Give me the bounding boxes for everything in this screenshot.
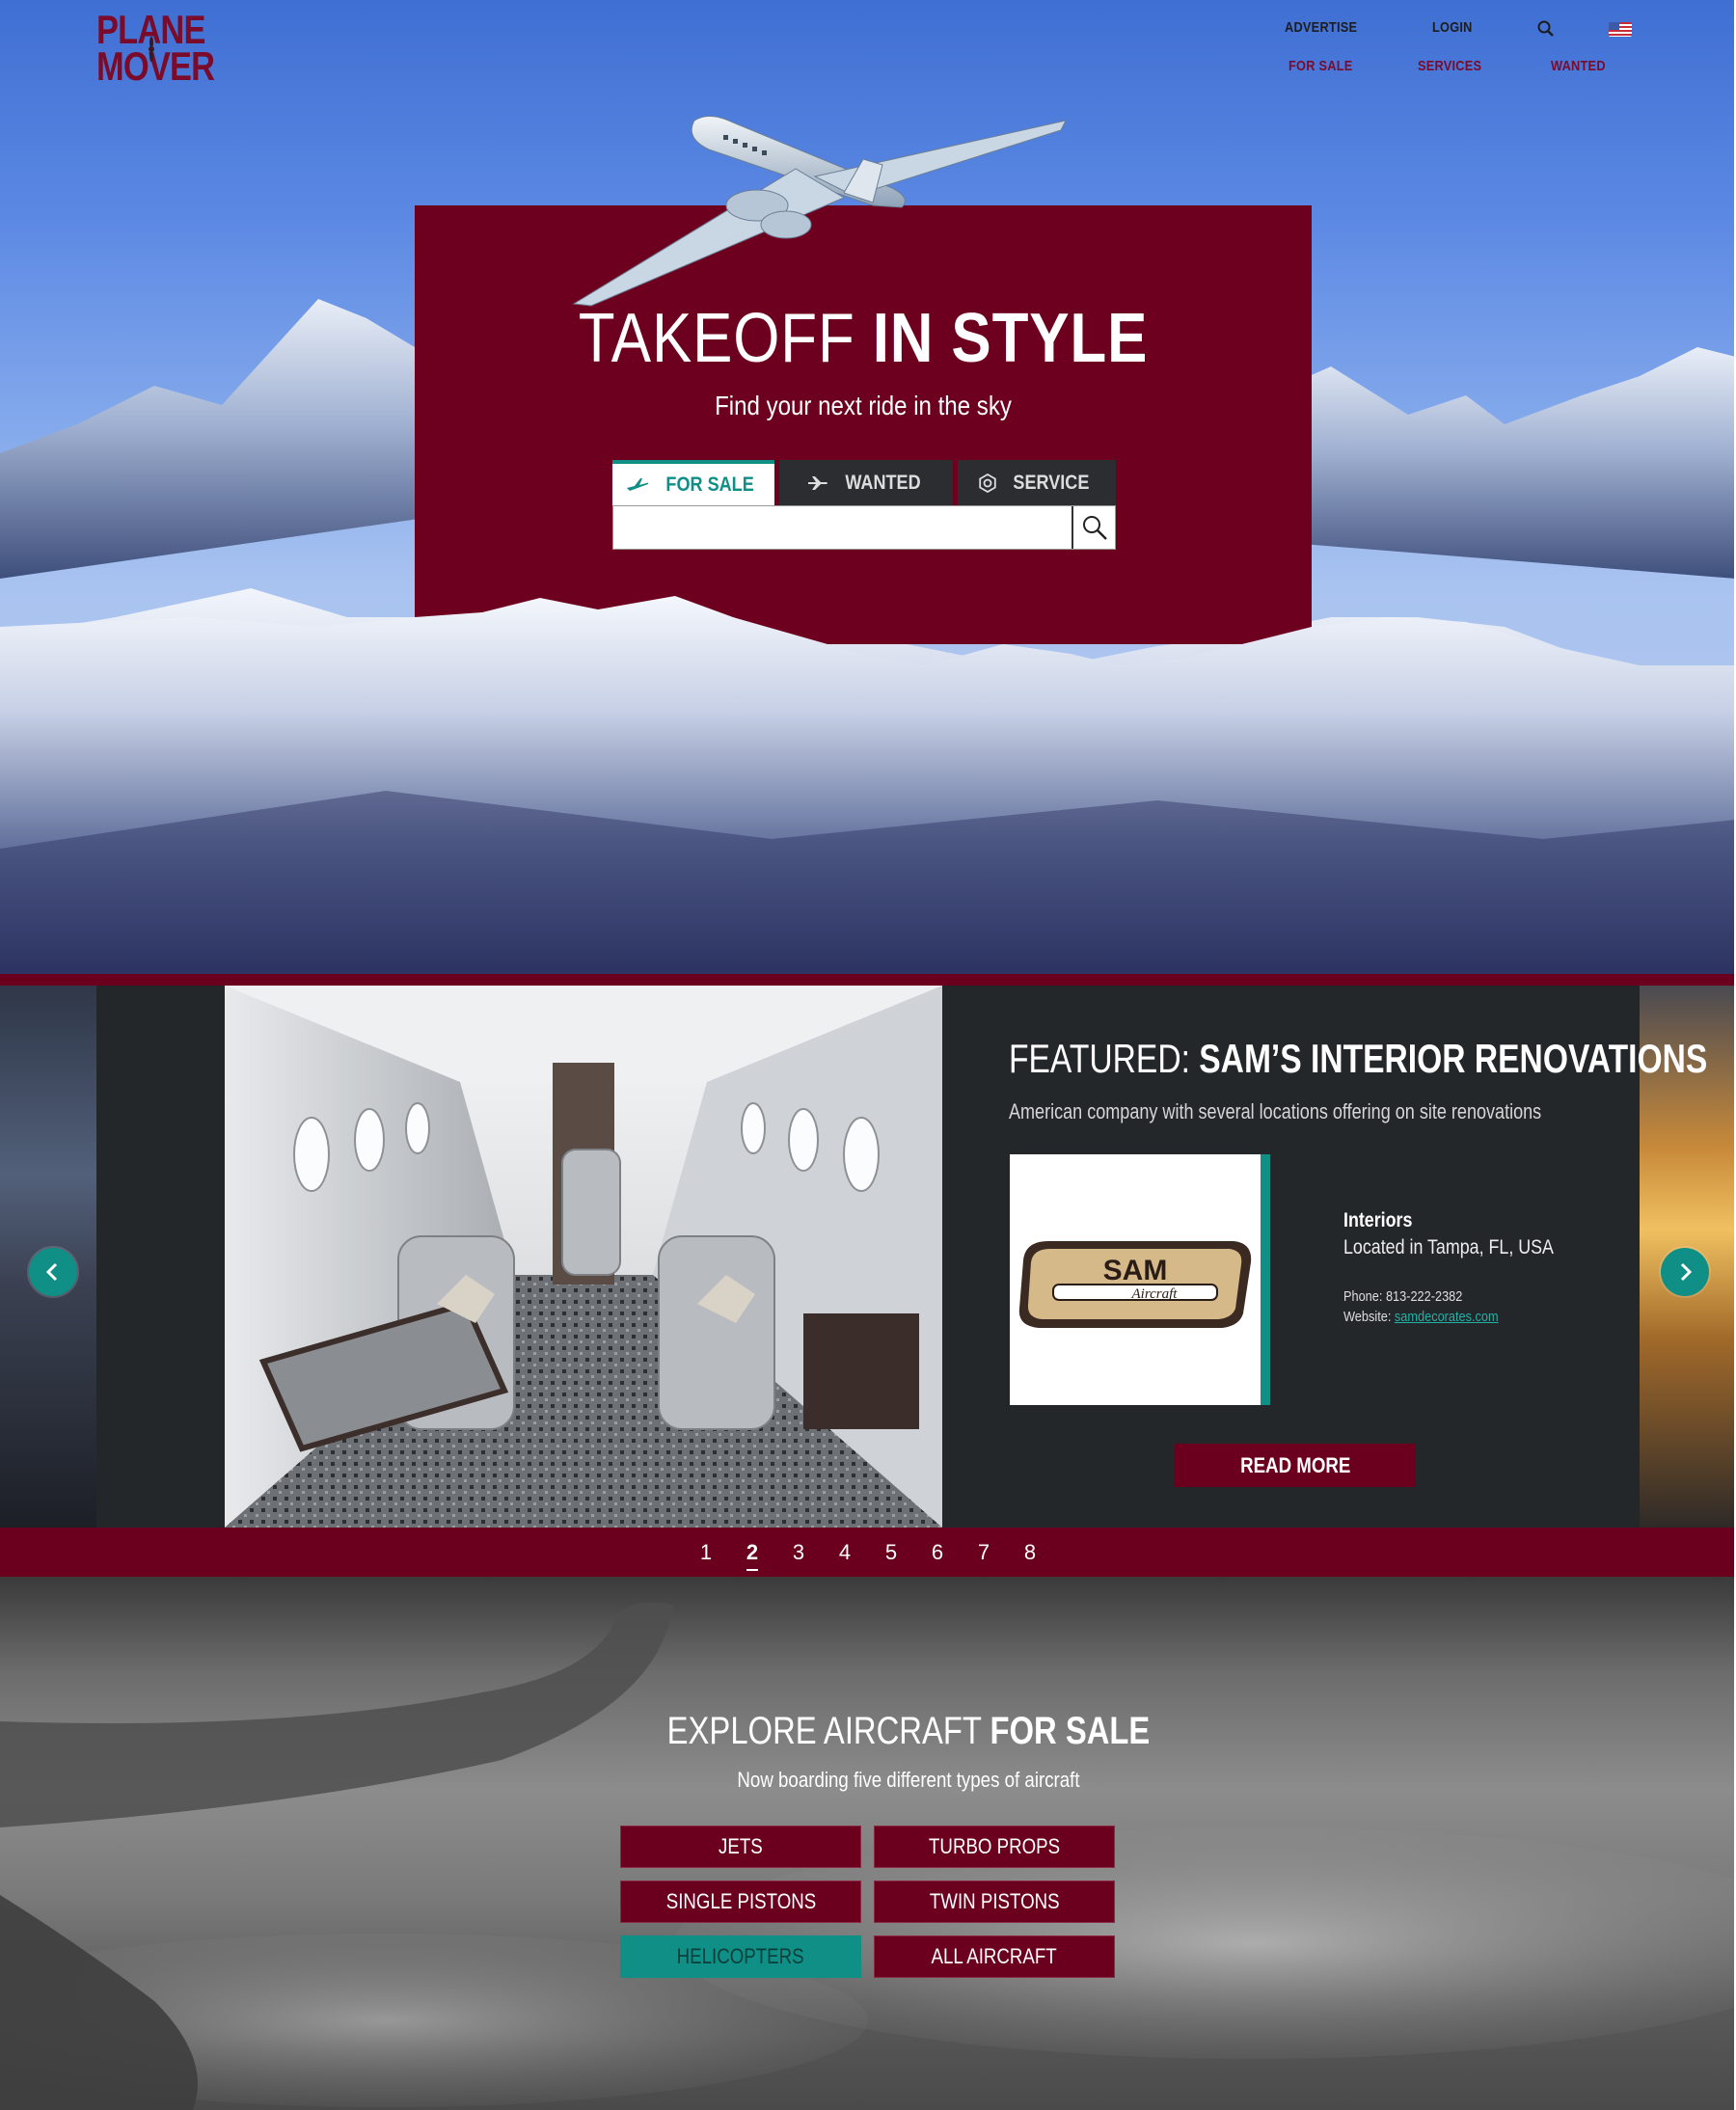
website-label: Website: xyxy=(1343,1309,1392,1325)
sam-aircraft-logo: SAM Aircraft xyxy=(1018,1241,1252,1328)
explore-title-bold: FOR SALE xyxy=(990,1710,1151,1752)
logo-aircraft-text: Aircraft xyxy=(1131,1286,1179,1302)
explore-subtitle: Now boarding five different types of air… xyxy=(737,1768,1080,1792)
category-helicopters-label: HELICOPTERS xyxy=(677,1944,804,1968)
category-jets-label: JETS xyxy=(719,1834,763,1858)
category-twin-pistons-label: TWIN PISTONS xyxy=(929,1889,1060,1913)
category-turbo-props-label: TURBO PROPS xyxy=(928,1834,1061,1858)
page-8[interactable]: 8 xyxy=(1007,1540,1053,1565)
featured-carousel: FEATURED: SAM’S INTERIOR RENOVATIONS Ame… xyxy=(0,986,1736,1528)
carousel-pagination: 1 2 3 4 5 6 7 8 xyxy=(0,1531,1736,1574)
page-7[interactable]: 7 xyxy=(961,1540,1007,1565)
airplane-wing-background xyxy=(0,1602,1736,2110)
company-info: Interiors Located in Tampa, FL, USA Phon… xyxy=(1343,1209,1623,1325)
company-phone: Phone: 813-222-2382 xyxy=(1343,1288,1463,1305)
page-3[interactable]: 3 xyxy=(775,1540,822,1565)
company-logo-card[interactable]: SAM Aircraft xyxy=(1010,1154,1270,1405)
featured-section: FEATURED: SAM’S INTERIOR RENOVATIONS Ame… xyxy=(0,974,1736,1577)
category-jets-button[interactable]: JETS xyxy=(620,1826,861,1868)
category-turbo-props-button[interactable]: TURBO PROPS xyxy=(874,1826,1115,1868)
category-helicopters-button[interactable]: HELICOPTERS xyxy=(620,1935,861,1978)
company-location: Located in Tampa, FL, USA xyxy=(1343,1236,1554,1258)
carousel-prev-button[interactable] xyxy=(29,1248,77,1296)
category-all-aircraft-button[interactable]: ALL AIRCRAFT xyxy=(874,1935,1115,1978)
page: PLANE MOVER ADVERTISE LOGIN FOR SALE SER… xyxy=(0,0,1736,2110)
category-single-pistons-label: SINGLE PISTONS xyxy=(665,1889,816,1913)
hero-section: PLANE MOVER ADVERTISE LOGIN FOR SALE SER… xyxy=(0,0,1736,974)
carousel-next-button[interactable] xyxy=(1661,1248,1709,1296)
explore-title: EXPLORE AIRCRAFT FOR SALE xyxy=(164,1710,1654,1753)
featured-title-bold: SAM’S INTERIOR RENOVATIONS xyxy=(1199,1036,1708,1081)
category-single-pistons-button[interactable]: SINGLE PISTONS xyxy=(620,1880,861,1923)
cabin-interior-image xyxy=(225,986,942,1528)
featured-description: American company with several locations … xyxy=(1009,1099,1542,1123)
company-website-row: Website: samdecorates.com xyxy=(1343,1309,1582,1325)
featured-title: FEATURED: SAM’S INTERIOR RENOVATIONS xyxy=(1009,1036,1707,1082)
explore-title-thin: EXPLORE AIRCRAFT xyxy=(666,1710,982,1752)
jet-image xyxy=(572,116,1066,307)
explore-section: EXPLORE AIRCRAFT FOR SALE Now boarding f… xyxy=(0,1577,1736,2110)
page-4[interactable]: 4 xyxy=(822,1540,868,1565)
read-more-label: READ MORE xyxy=(1239,1452,1351,1477)
featured-title-thin: FEATURED: xyxy=(1009,1036,1190,1081)
logo-sam-text: SAM xyxy=(1103,1255,1168,1286)
company-website-link[interactable]: samdecorates.com xyxy=(1395,1309,1499,1325)
read-more-button[interactable]: READ MORE xyxy=(1175,1444,1416,1487)
page-2-current[interactable]: 2 xyxy=(729,1540,775,1571)
chevron-left-icon xyxy=(45,1262,58,1282)
category-all-aircraft-label: ALL AIRCRAFT xyxy=(931,1944,1058,1968)
page-1[interactable]: 1 xyxy=(683,1540,729,1565)
chevron-right-icon xyxy=(1680,1262,1693,1282)
category-twin-pistons-button[interactable]: TWIN PISTONS xyxy=(874,1880,1115,1923)
company-category: Interiors xyxy=(1343,1209,1413,1231)
page-6[interactable]: 6 xyxy=(914,1540,961,1565)
page-5[interactable]: 5 xyxy=(868,1540,914,1565)
